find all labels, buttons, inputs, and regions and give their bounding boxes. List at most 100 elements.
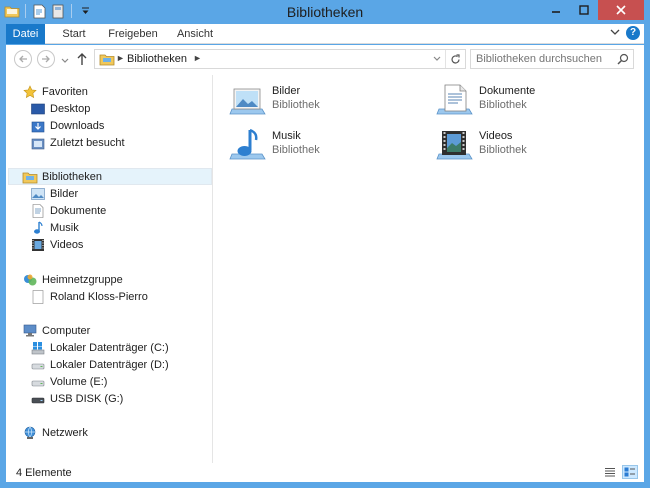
nav-item-videos[interactable]: Videos — [30, 236, 83, 253]
nav-homegroup[interactable]: Heimnetzgruppe — [22, 271, 123, 288]
nav-item-desktop[interactable]: Desktop — [30, 100, 90, 117]
nav-label: Lokaler Datenträger (C:) — [50, 341, 169, 354]
nav-item-recent[interactable]: Zuletzt besucht — [30, 134, 125, 151]
music-library-icon — [229, 128, 266, 160]
details-view-icon — [605, 468, 615, 477]
search-icon[interactable] — [617, 53, 629, 68]
maximize-button[interactable] — [570, 0, 598, 20]
refresh-icon — [451, 53, 460, 63]
nav-item-pictures[interactable]: Bilder — [30, 185, 78, 202]
libraries-icon — [22, 169, 38, 185]
address-bar[interactable]: ► Bibliotheken ► — [94, 49, 466, 69]
quick-access-toolbar — [4, 3, 93, 19]
network-icon — [22, 425, 38, 441]
recent-locations-button[interactable] — [61, 55, 69, 67]
nav-label: Computer — [42, 324, 91, 337]
nav-libraries[interactable]: Bibliotheken — [8, 168, 212, 185]
tile-type: Bibliothek — [479, 144, 527, 156]
tab-file[interactable]: Datei — [6, 24, 45, 44]
tiles-view-button[interactable] — [622, 465, 638, 479]
documents-library-icon — [436, 84, 473, 115]
usb-drive-icon — [30, 391, 46, 407]
chevron-right-icon[interactable]: ► — [193, 53, 202, 63]
breadcrumb-libraries[interactable]: Bibliotheken — [127, 53, 187, 65]
forward-button[interactable] — [37, 50, 55, 68]
downloads-icon — [30, 118, 46, 134]
new-folder-icon[interactable] — [50, 3, 66, 19]
separator — [25, 4, 26, 18]
nav-item-homegroup-user[interactable]: Roland Kloss-Pierro — [30, 288, 148, 305]
pictures-icon — [30, 186, 46, 202]
tab-share[interactable]: Freigeben — [100, 24, 166, 44]
search-box[interactable] — [470, 49, 634, 69]
nav-label: Netzwerk — [42, 426, 88, 439]
tile-name: Bilder — [272, 85, 301, 97]
details-view-button[interactable] — [602, 465, 618, 479]
expand-ribbon-button[interactable] — [610, 27, 620, 39]
nav-item-music[interactable]: Musik — [30, 219, 79, 236]
file-list[interactable]: Bilder Bibliothek Dokumente Bibliothek M… — [214, 75, 644, 463]
explorer-window: Bibliotheken Datei Start Freigeben Ansic… — [0, 0, 650, 488]
homegroup-icon — [22, 272, 38, 288]
nav-item-drive-e[interactable]: Volume (E:) — [30, 373, 107, 390]
library-tile-music[interactable]: Musik Bibliothek — [228, 126, 428, 166]
library-tile-documents[interactable]: Dokumente Bibliothek — [435, 81, 635, 121]
nav-item-downloads[interactable]: Downloads — [30, 117, 104, 134]
address-history-button[interactable] — [433, 53, 441, 66]
properties-icon[interactable] — [31, 3, 47, 19]
title-bar: Bibliotheken — [0, 0, 650, 24]
computer-icon — [22, 323, 38, 339]
tile-type: Bibliothek — [479, 99, 527, 111]
tile-type: Bibliothek — [272, 99, 320, 111]
nav-label: Lokaler Datenträger (D:) — [50, 358, 169, 371]
nav-label: Videos — [50, 238, 84, 251]
user-folder-icon — [30, 289, 46, 305]
tile-name: Musik — [272, 130, 301, 142]
music-note-icon — [30, 220, 46, 236]
nav-label: Bibliotheken — [42, 170, 102, 183]
nav-label: Desktop — [50, 102, 91, 115]
nav-item-documents[interactable]: Dokumente — [30, 202, 106, 219]
help-button[interactable]: ? — [626, 26, 640, 40]
folder-icon[interactable] — [4, 3, 20, 19]
content-area: Favoriten Desktop Downloads Zuletzt besu… — [6, 75, 644, 463]
close-button[interactable] — [598, 0, 644, 20]
tab-view[interactable]: Ansicht — [166, 24, 224, 44]
nav-network[interactable]: Netzwerk — [22, 424, 88, 441]
search-input[interactable] — [476, 52, 616, 66]
nav-label: Favoriten — [42, 85, 88, 98]
tab-home[interactable]: Start — [51, 24, 97, 44]
nav-label: Dokumente — [50, 204, 107, 217]
nav-favorites[interactable]: Favoriten — [22, 83, 88, 100]
libraries-icon — [99, 52, 115, 69]
minimize-button[interactable] — [542, 0, 570, 20]
customize-dropdown-icon[interactable] — [77, 3, 93, 19]
arrow-left-icon — [19, 55, 27, 63]
nav-computer[interactable]: Computer — [22, 322, 90, 339]
nav-label: Bilder — [50, 187, 79, 200]
chevron-down-icon — [61, 58, 69, 63]
nav-item-drive-c[interactable]: Lokaler Datenträger (C:) — [30, 339, 169, 356]
nav-label: USB DISK (G:) — [50, 392, 124, 405]
up-button[interactable] — [76, 52, 88, 69]
nav-label: Musik — [50, 221, 79, 234]
close-icon — [616, 5, 626, 15]
nav-label: Downloads — [50, 119, 105, 132]
chevron-right-icon[interactable]: ► — [116, 53, 125, 63]
ribbon-right: ? — [610, 26, 640, 40]
hard-drive-icon — [30, 374, 46, 390]
nav-item-drive-d[interactable]: Lokaler Datenträger (D:) — [30, 356, 169, 373]
back-button[interactable] — [14, 50, 32, 68]
tile-name: Videos — [479, 130, 513, 142]
view-switcher — [602, 465, 638, 479]
navigation-pane[interactable]: Favoriten Desktop Downloads Zuletzt besu… — [6, 75, 213, 463]
refresh-button[interactable] — [445, 50, 465, 68]
library-tile-pictures[interactable]: Bilder Bibliothek — [228, 81, 428, 121]
document-icon — [30, 203, 46, 219]
library-tile-videos[interactable]: Videos Bibliothek — [435, 126, 635, 166]
tile-name: Dokumente — [479, 85, 536, 97]
hard-drive-icon — [30, 357, 46, 373]
nav-item-drive-g[interactable]: USB DISK (G:) — [30, 390, 123, 407]
recent-places-icon — [30, 135, 46, 151]
chevron-down-icon — [610, 29, 620, 35]
